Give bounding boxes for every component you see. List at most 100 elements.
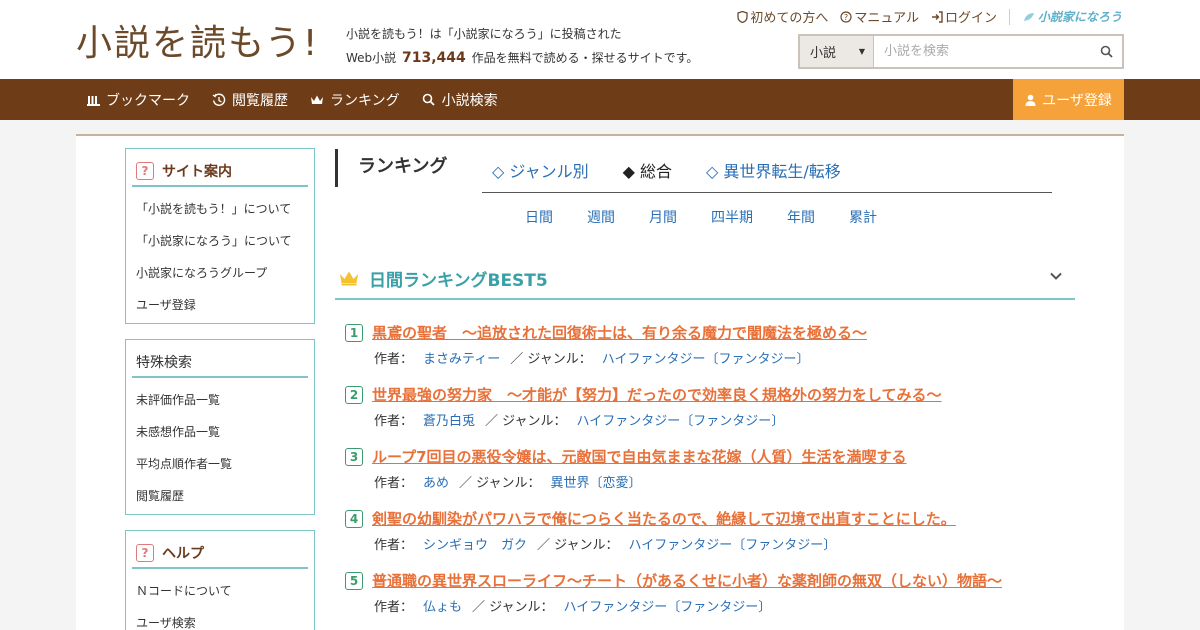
best5-title: 日間ランキングBEST5 [369,270,548,291]
divider [1008,8,1010,25]
tab-genre[interactable]: ◇ ジャンル別 [492,158,589,182]
period-weekly[interactable]: 週間 [587,207,615,227]
novel-meta: 作者： まさみティー ／ ジャンル： ハイファンタジー〔ファンタジー〕 [374,348,809,367]
history-icon [212,93,226,107]
crown-icon [339,270,359,286]
novel-title-link[interactable]: 普通職の異世界スローライフ～チート（があるくせに小者）な薬剤師の無双（しない）物… [372,570,1002,591]
main-container: ? サイト案内 「小説を読もう！」について 「小説家になろう」について 小説家に… [76,134,1124,630]
sidebar-site-guide: ? サイト案内 「小説を読もう！」について 「小説家になろう」について 小説家に… [125,148,315,324]
novel-title-link[interactable]: 黒鳶の聖者 ～追放された回復術士は、有り余る魔力で闇魔法を極める～ [372,322,867,343]
novel-meta: 作者： 蒼乃白兎 ／ ジャンル： ハイファンタジー〔ファンタジー〕 [374,410,784,429]
genre-link[interactable]: ハイファンタジー〔ファンタジー〕 [577,414,785,429]
tab-isekai[interactable]: ◇ 異世界転生/転移 [706,158,841,182]
chevron-down-icon[interactable] [1049,268,1063,287]
author-link[interactable]: あめ [423,476,449,491]
author-link[interactable]: 仏ょも [423,600,462,615]
login-link[interactable]: ログイン [931,7,997,26]
period-quarterly[interactable]: 四半期 [711,207,753,227]
rank-number: 2 [345,386,363,404]
author-link[interactable]: 蒼乃白兎 [423,414,475,429]
top-links: 初めての方へ ? マニュアル ログイン 小説家になろう [737,7,1122,26]
search-type-select[interactable]: 小説 ▼ [800,36,874,67]
sidebar-item-about-narou[interactable]: 「小説家になろう」について [136,225,304,257]
genre-label: ／ ジャンル： [510,352,592,367]
sidebar-section-title: ? サイト案内 [132,155,308,187]
novel-title-link[interactable]: ループ7回目の悪役令嬢は、元敵国で自由気ままな花嫁（人質）生活を満喫する [372,446,907,467]
novel-meta: 作者： あめ ／ ジャンル： 異世界〔恋愛〕 [374,472,642,491]
sidebar-item-about-yomou[interactable]: 「小説を読もう！」について [136,193,304,225]
search-icon [422,93,436,107]
tagline-line1: 小説を読もう！は「小説家になろう」に投稿された [346,27,622,41]
rank-number: 5 [345,572,363,590]
nav-ranking[interactable]: ランキング [310,90,400,110]
sidebar-item-ncode[interactable]: Ｎコードについて [136,575,304,607]
site-tagline: 小説を読もう！は「小説家になろう」に投稿された Web小説 713,444 作品… [346,22,698,70]
genre-link[interactable]: ハイファンタジー〔ファンタジー〕 [564,600,772,615]
manual-link[interactable]: ? マニュアル [840,7,919,26]
novel-meta: 作者： 仏ょも ／ ジャンル： ハイファンタジー〔ファンタジー〕 [374,596,771,615]
search-bar: 小説 ▼ [798,34,1124,69]
genre-link[interactable]: ハイファンタジー〔ファンタジー〕 [602,352,810,367]
period-total[interactable]: 累計 [849,207,877,227]
sidebar-item-history[interactable]: 閲覧履歴 [136,480,304,512]
site-logo[interactable]: 小説を読もう! [76,14,319,66]
genre-link[interactable]: 異世界〔恋愛〕 [551,476,642,491]
shield-icon [737,10,748,23]
period-monthly[interactable]: 月間 [649,207,677,227]
user-icon [1025,94,1036,106]
search-input[interactable] [874,36,1090,67]
narou-logo[interactable]: 小説家になろう [1022,8,1122,25]
search-button[interactable] [1090,36,1122,67]
crown-icon [310,93,324,107]
genre-label: ／ ジャンル： [459,476,541,491]
site-header: 小説を読もう! 小説を読もう！は「小説家になろう」に投稿された Web小説 71… [0,0,1200,79]
genre-label: ／ ジャンル： [472,600,554,615]
sidebar-item-no-reviews[interactable]: 未感想作品一覧 [136,416,304,448]
sidebar-item-unrated[interactable]: 未評価作品一覧 [136,384,304,416]
chevron-down-icon: ▼ [858,47,865,56]
login-icon [931,10,943,23]
nav-bookmark[interactable]: ブックマーク [86,90,190,110]
period-daily[interactable]: 日間 [525,207,553,227]
rank-number: 1 [345,324,363,342]
tagline-prefix: Web小説 [346,51,397,65]
genre-label: ／ ジャンル： [485,414,567,429]
nav-search[interactable]: 小説検索 [422,90,498,110]
main-nav: ブックマーク 閲覧履歴 ランキング 小説検索 ユーザ登録 [0,79,1200,120]
bookshelf-icon [86,93,100,107]
nav-history[interactable]: 閲覧履歴 [212,90,288,110]
question-circle-icon: ? [840,10,852,23]
narou-leaf-icon [1023,12,1034,21]
sidebar-item-user-register[interactable]: ユーザ登録 [136,289,304,321]
author-label: 作者： [374,414,414,429]
question-icon: ? [136,162,154,180]
sidebar-special-search: 特殊検索 未評価作品一覧 未感想作品一覧 平均点順作者一覧 閲覧履歴 [125,339,315,515]
author-label: 作者： [374,538,414,553]
sidebar-section-title: ? ヘルプ [132,537,308,569]
tabs-divider [482,192,1052,193]
svg-text:?: ? [844,13,848,22]
sidebar-section-title: 特殊検索 [132,346,308,378]
period-links: 日間 週間 月間 四半期 年間 累計 [525,207,911,227]
author-link[interactable]: シンギョウ ガク [423,538,527,553]
author-link[interactable]: まさみティー [423,352,500,367]
question-icon: ? [136,544,154,562]
genre-link[interactable]: ハイファンタジー〔ファンタジー〕 [629,538,837,553]
ranking-heading: ランキング [335,149,447,187]
novel-title-link[interactable]: 世界最強の努力家 ～才能が【努力】だったので効率良く規格外の努力をしてみる～ [372,384,942,405]
ranking-tabs: ◇ ジャンル別 ◆ 総合 ◇ 異世界転生/転移 [492,158,841,182]
register-button[interactable]: ユーザ登録 [1013,79,1124,120]
work-count: 713,444 [402,50,466,66]
period-yearly[interactable]: 年間 [787,207,815,227]
sidebar-item-narou-group[interactable]: 小説家になろうグループ [136,257,304,289]
best5-header[interactable]: 日間ランキングBEST5 [335,258,1075,300]
search-icon [1100,45,1113,58]
novel-title-link[interactable]: 剣聖の幼馴染がパワハラで俺につらく当たるので、絶縁して辺境で出直すことにした。 [372,508,956,529]
sidebar-item-avg-authors[interactable]: 平均点順作者一覧 [136,448,304,480]
sidebar-item-user-search[interactable]: ユーザ検索 [136,607,304,630]
tagline-line2: Web小説 713,444 作品を無料で読める・探せるサイトです。 [346,46,698,70]
first-time-link[interactable]: 初めての方へ [737,7,828,26]
tab-overall[interactable]: ◆ 総合 [623,158,672,182]
author-label: 作者： [374,600,414,615]
tagline-suffix: 作品を無料で読める・探せるサイトです。 [471,51,699,65]
